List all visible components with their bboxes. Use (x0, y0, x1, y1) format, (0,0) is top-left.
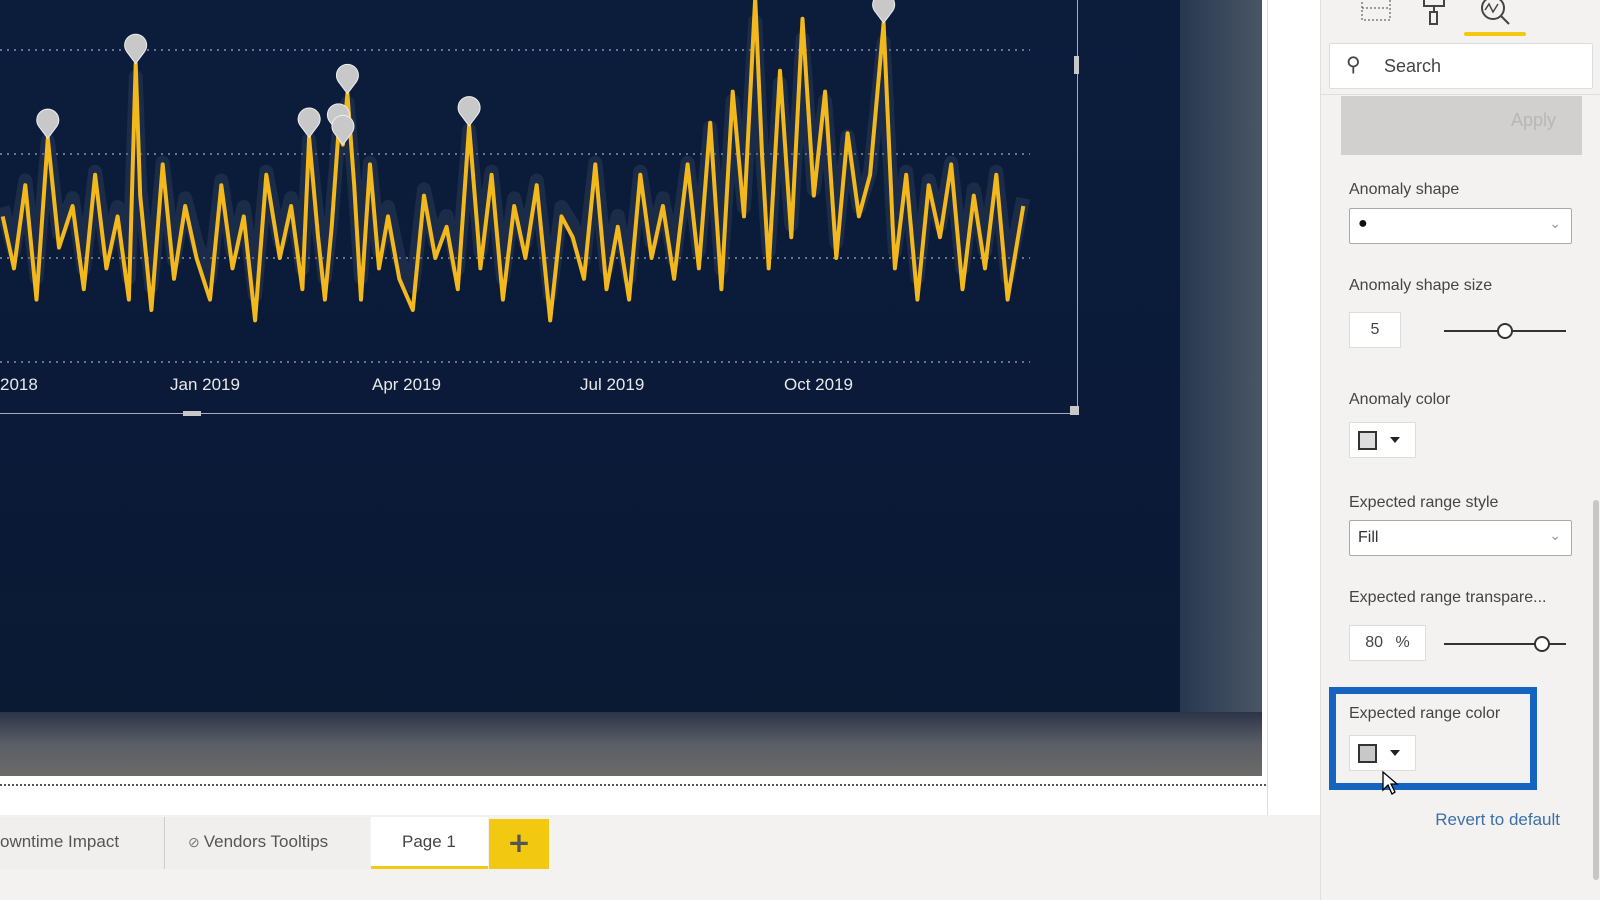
expected-range-color-label: Expected range color (1349, 705, 1501, 722)
x-tick-label: 2018 (0, 375, 38, 394)
expected-range-style-dropdown[interactable]: Fill ⌄ (1349, 520, 1572, 556)
x-tick-label: Oct 2019 (784, 375, 853, 394)
search-placeholder: Search (1384, 56, 1442, 76)
anomaly-color-label: Anomaly color (1349, 391, 1451, 408)
resize-handle-right[interactable] (1074, 56, 1079, 74)
transparency-unit: % (1395, 634, 1410, 651)
tab-label: owntime Impact (0, 832, 120, 851)
anomaly-shape-value: ● (1358, 215, 1368, 232)
color-swatch (1358, 431, 1377, 450)
add-page-button[interactable]: + (489, 819, 549, 869)
apply-button[interactable]: Apply (1341, 96, 1582, 155)
expected-range-style-label: Expected range style (1349, 494, 1499, 511)
chart-svg (0, 0, 1031, 363)
anomaly-shape-dropdown[interactable]: ● ⌄ (1349, 208, 1572, 244)
anomaly-shape-size-input[interactable]: 5 (1349, 312, 1401, 348)
caret-down-icon (1390, 750, 1400, 756)
resize-handle-bottom[interactable] (183, 411, 201, 416)
chevron-down-icon: ⌄ (1549, 215, 1561, 231)
caret-down-icon (1390, 437, 1400, 443)
page-boundary (0, 784, 1266, 786)
x-tick-label: Jan 2019 (170, 375, 240, 394)
hidden-icon: ⊘ (188, 834, 200, 850)
panel-scrollbar[interactable] (1593, 500, 1599, 880)
transparency-value: 80 (1365, 634, 1384, 651)
x-tick-label: Apr 2019 (372, 375, 441, 394)
apply-label: Apply (1510, 110, 1556, 130)
analytics-magnifier-icon[interactable] (1478, 0, 1514, 28)
tab-label: Vendors Tooltips (203, 832, 329, 851)
canvas-background-bottom (0, 712, 1262, 776)
anomaly-color-picker[interactable] (1349, 422, 1416, 458)
expected-range-transparency-label: Expected range transpare... (1349, 589, 1547, 606)
format-paint-roller-icon[interactable] (1419, 0, 1449, 30)
anomaly-marker (124, 33, 148, 65)
x-tick-label: Jul 2019 (580, 375, 645, 394)
anomaly-shape-label: Anomaly shape (1349, 181, 1460, 198)
active-pane-indicator (1464, 32, 1526, 36)
visualizations-pane: ⚲ Search Apply Anomaly shape ● ⌄ Anomaly… (1320, 0, 1600, 900)
series-line (0, 0, 1026, 323)
expected-range-style-value: Fill (1358, 529, 1379, 546)
anomaly-line-chart[interactable]: 2018 Jan 2019 Apr 2019 Jul 2019 Oct 2019 (0, 0, 1079, 416)
color-swatch (1358, 744, 1377, 763)
anomaly-marker (336, 63, 359, 95)
tab-downtime-impact[interactable]: owntime Impact (0, 817, 165, 869)
divider (1321, 94, 1600, 95)
slider-thumb[interactable] (1497, 323, 1513, 339)
anomaly-marker (36, 108, 60, 140)
mouse-cursor-icon (1382, 770, 1399, 795)
anomaly-marker (297, 107, 321, 139)
expected-range-color-picker[interactable] (1349, 735, 1416, 771)
anomaly-shape-size-label: Anomaly shape size (1349, 277, 1493, 294)
revert-to-default-link[interactable]: Revert to default (1435, 810, 1560, 830)
slider-thumb[interactable] (1533, 636, 1550, 652)
search-icon: ⚲ (1346, 54, 1361, 76)
anomaly-marker (457, 96, 481, 127)
search-input[interactable]: ⚲ Search (1329, 43, 1593, 89)
resize-handle-corner[interactable] (1070, 406, 1079, 415)
tab-page-1[interactable]: Page 1 (371, 817, 488, 869)
tab-label: Page 1 (402, 832, 456, 851)
report-page: 2018 Jan 2019 Apr 2019 Jul 2019 Oct 2019 (0, 0, 1180, 712)
tab-vendors-tooltips[interactable]: ⊘ Vendors Tooltips (166, 817, 370, 869)
anomaly-marker (872, 0, 896, 24)
page-tabs: owntime Impact ⊘ Vendors Tooltips Page 1 … (0, 815, 1320, 900)
expected-range-transparency-input[interactable]: 80 % (1349, 625, 1426, 661)
chevron-down-icon: ⌄ (1549, 527, 1561, 543)
report-canvas: 2018 Jan 2019 Apr 2019 Jul 2019 Oct 2019 (0, 0, 1268, 815)
fields-icon[interactable] (1356, 0, 1396, 26)
